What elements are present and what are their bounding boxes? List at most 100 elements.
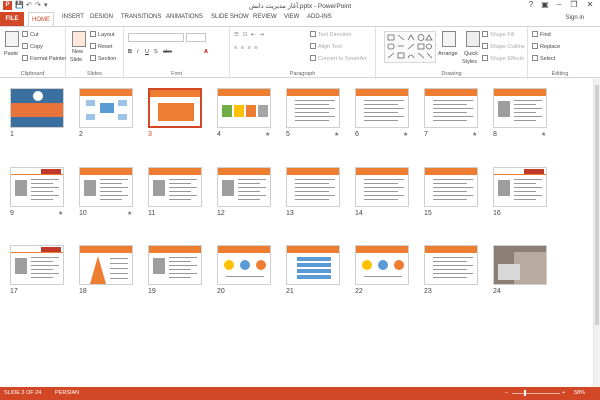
transition-star-icon[interactable]: ★ bbox=[58, 210, 63, 217]
slide-thumbnail-5[interactable] bbox=[286, 88, 340, 128]
slide-thumbnail-8[interactable] bbox=[493, 88, 547, 128]
shapes-gallery[interactable] bbox=[384, 31, 436, 63]
new-slide-button[interactable]: New bbox=[72, 49, 83, 55]
font-color-button[interactable]: A bbox=[204, 49, 208, 55]
text-direction-button[interactable]: Text Direction bbox=[310, 31, 351, 38]
paste-button[interactable]: Paste bbox=[4, 51, 18, 57]
find-button[interactable]: Find bbox=[532, 31, 551, 38]
ribbon-options-icon[interactable]: ▣ bbox=[538, 0, 552, 9]
slide-thumbnail-2[interactable] bbox=[79, 88, 133, 128]
slide-thumbnail-24[interactable] bbox=[493, 245, 547, 285]
tab-view[interactable]: VIEW bbox=[284, 14, 299, 20]
slide-thumbnail-4[interactable] bbox=[217, 88, 271, 128]
slide-thumbnail-17[interactable] bbox=[10, 245, 64, 285]
tab-slide-show[interactable]: SLIDE SHOW bbox=[211, 14, 249, 20]
shape-effects-button[interactable]: Shape Effects bbox=[482, 55, 524, 62]
quick-styles-icon[interactable] bbox=[466, 31, 480, 47]
transition-star-icon[interactable]: ★ bbox=[403, 131, 408, 138]
restore-button[interactable]: ❐ bbox=[567, 0, 581, 9]
tab-transitions[interactable]: TRANSITIONS bbox=[121, 14, 161, 20]
slide-thumbnail-15[interactable] bbox=[424, 167, 478, 207]
slide-thumbnail-14[interactable] bbox=[355, 167, 409, 207]
vertical-scrollbar[interactable] bbox=[593, 79, 600, 387]
slide-thumbnail-23[interactable] bbox=[424, 245, 478, 285]
tab-file[interactable]: FILE bbox=[0, 12, 24, 26]
language-indicator[interactable]: PERSIAN bbox=[55, 390, 79, 396]
slide-thumbnail-12[interactable] bbox=[217, 167, 271, 207]
bold-button[interactable]: B bbox=[128, 49, 132, 55]
transition-star-icon[interactable]: ★ bbox=[127, 210, 132, 217]
cut-button[interactable]: Cut bbox=[22, 31, 39, 38]
slide-thumbnail-10[interactable] bbox=[79, 167, 133, 207]
slide-thumbnail-3[interactable] bbox=[148, 88, 202, 128]
sign-in-link[interactable]: Sign in bbox=[566, 15, 584, 21]
zoom-out-button[interactable]: – bbox=[505, 390, 508, 396]
slide-sorter: 1 2 3 4 ★ 5 ★ 6 ★ 7 ★ 8 ★ 9 ★ 10 ★ 11 12 13 14 15 16 17 18 19 20 21… bbox=[0, 79, 600, 387]
tab-insert[interactable]: INSERT bbox=[62, 14, 84, 20]
replace-button[interactable]: Replace bbox=[532, 43, 560, 50]
quick-styles-button-2[interactable]: Styles bbox=[462, 59, 477, 65]
new-slide-button-2[interactable]: Slide bbox=[70, 57, 82, 63]
section-button[interactable]: Section bbox=[90, 55, 116, 62]
transition-star-icon[interactable]: ★ bbox=[541, 131, 546, 138]
slide-thumbnail-6[interactable] bbox=[355, 88, 409, 128]
tab-home[interactable]: HOME bbox=[28, 12, 54, 27]
shape-outline-button[interactable]: Shape Outline bbox=[482, 43, 525, 50]
text-line bbox=[100, 183, 122, 184]
slide-thumbnail-20[interactable] bbox=[217, 245, 271, 285]
tab-review[interactable]: REVIEW bbox=[253, 14, 277, 20]
quick-styles-button[interactable]: Quick bbox=[464, 51, 478, 57]
reset-button[interactable]: Reset bbox=[90, 43, 112, 50]
zoom-slider-knob[interactable] bbox=[524, 390, 527, 396]
select-button[interactable]: Select bbox=[532, 55, 555, 62]
slide-thumbnail-7[interactable] bbox=[424, 88, 478, 128]
new-slide-icon[interactable] bbox=[72, 31, 86, 47]
scrollbar-thumb[interactable] bbox=[595, 85, 599, 325]
text-line bbox=[295, 187, 335, 188]
slide-thumbnail-21[interactable] bbox=[286, 245, 340, 285]
font-size-select[interactable] bbox=[186, 33, 206, 42]
zoom-in-button[interactable]: + bbox=[562, 390, 565, 396]
zoom-slider[interactable] bbox=[512, 393, 560, 394]
format-painter-label: Format Painter bbox=[30, 56, 67, 62]
text-shadow-button[interactable]: S bbox=[154, 49, 158, 55]
strikethrough-button[interactable]: abc bbox=[163, 49, 172, 55]
slide-thumbnail-9[interactable] bbox=[10, 167, 64, 207]
slide-thumbnail-19[interactable] bbox=[148, 245, 202, 285]
list-buttons[interactable]: ☰ ☷ ⇤ ⇥ bbox=[234, 32, 265, 38]
help-icon[interactable]: ? bbox=[524, 0, 538, 9]
underline-button[interactable]: U bbox=[145, 49, 149, 55]
shape-fill-button[interactable]: Shape Fill bbox=[482, 31, 514, 38]
arrow-step bbox=[246, 105, 256, 117]
text-line bbox=[169, 199, 191, 200]
slide-thumbnail-22[interactable] bbox=[355, 245, 409, 285]
editing-group-label: Editing bbox=[551, 71, 569, 77]
align-text-button[interactable]: Align Text bbox=[310, 43, 342, 50]
tab-design[interactable]: DESIGN bbox=[90, 14, 113, 20]
paste-icon[interactable] bbox=[5, 31, 19, 47]
convert-smartart-button[interactable]: Convert to SmartArt bbox=[310, 55, 367, 62]
slide-thumbnail-16[interactable] bbox=[493, 167, 547, 207]
arrange-icon[interactable] bbox=[442, 31, 456, 47]
transition-star-icon[interactable]: ★ bbox=[265, 131, 270, 138]
slide-image bbox=[15, 180, 27, 196]
layout-button[interactable]: Layout bbox=[90, 31, 115, 38]
tab-add-ins[interactable]: ADD-INS bbox=[307, 14, 332, 20]
minimize-button[interactable]: – bbox=[552, 0, 566, 9]
italic-button[interactable]: I bbox=[137, 49, 139, 55]
align-buttons[interactable]: ≡ ≡ ≡ ≡ bbox=[234, 45, 258, 51]
close-button[interactable]: ✕ bbox=[583, 0, 597, 9]
slide-thumbnail-13[interactable] bbox=[286, 167, 340, 207]
zoom-level[interactable]: 58% bbox=[574, 390, 585, 396]
slide-thumbnail-11[interactable] bbox=[148, 167, 202, 207]
slide-thumbnail-1[interactable] bbox=[10, 88, 64, 128]
transition-star-icon[interactable]: ★ bbox=[334, 131, 339, 138]
font-family-select[interactable] bbox=[128, 33, 184, 42]
transition-star-icon[interactable]: ★ bbox=[472, 131, 477, 138]
format-painter-button[interactable]: Format Painter bbox=[22, 55, 66, 62]
slide-title-tag bbox=[41, 247, 61, 252]
tab-animations[interactable]: ANIMATIONS bbox=[166, 14, 203, 20]
arrange-button[interactable]: Arrange bbox=[438, 51, 458, 57]
slide-thumbnail-18[interactable] bbox=[79, 245, 133, 285]
copy-button[interactable]: Copy bbox=[22, 43, 43, 50]
